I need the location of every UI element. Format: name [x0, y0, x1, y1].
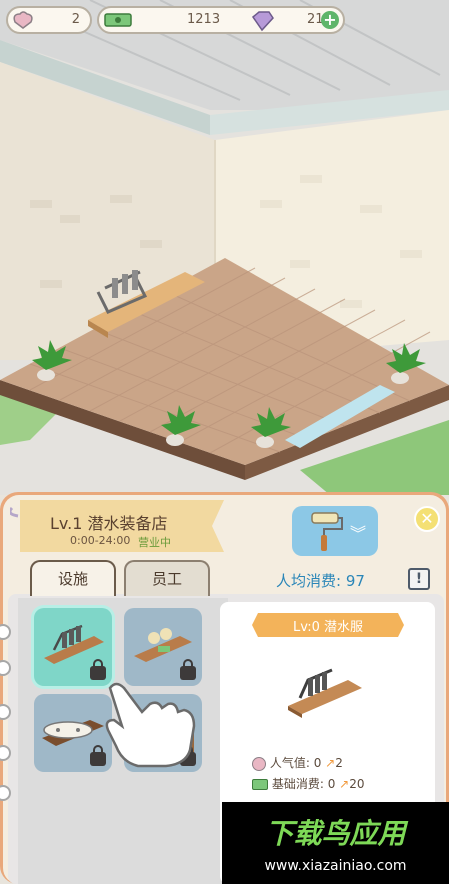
avg-spend-value: 97 [345, 572, 365, 590]
facility-slot-wetsuit[interactable] [34, 608, 112, 686]
shop-hours: 0:00-24:00 [70, 534, 131, 547]
heart-shell-icon [252, 756, 266, 771]
wetsuit-rack-preview [288, 668, 362, 718]
base-spend-label: 基础消费: [271, 777, 328, 791]
close-button[interactable]: ✕ [414, 506, 440, 532]
avg-spend: 人均消费: 97 [276, 570, 365, 591]
decorate-button[interactable]: ︾ [292, 506, 378, 556]
base-spend-bonus: 20 [349, 777, 365, 791]
gem-icon [251, 11, 274, 32]
base-spend-stat: 基础消费: 0 ↗20 [252, 775, 365, 792]
shop-status: 营业中 [138, 536, 171, 549]
popularity-base: 0 [313, 756, 322, 770]
facility-slot-board[interactable] [34, 694, 112, 772]
lock-icon [90, 659, 106, 680]
tab-facilities[interactable]: 设施 [30, 560, 116, 596]
lock-icon [180, 659, 196, 680]
shop-title: Lv.1 潜水装备店 [50, 514, 168, 533]
currency-bar[interactable]: 1213 21 + [97, 6, 345, 34]
add-gems-button[interactable]: + [321, 11, 339, 29]
close-icon: ✕ [420, 509, 434, 528]
facility-slot-snacks[interactable] [124, 608, 202, 686]
popularity-stat: 人气值: 0 ↗2 [252, 754, 343, 771]
chevron-down-icon: ︾ [350, 524, 367, 543]
info-button[interactable]: ! [408, 568, 430, 590]
watermark-banner: 下载鸟应用 www.xiazainiao.com [222, 802, 449, 884]
base-spend-base: 0 [327, 777, 336, 791]
watermark-brand: 下载鸟应用 [265, 817, 406, 850]
detail-title: Lv:0 潜水服 [292, 620, 363, 635]
paint-roller-icon [311, 512, 343, 551]
watermark-url: www.xiazainiao.com [264, 858, 407, 874]
cash-value: 1213 [187, 12, 221, 27]
heart-shell-icon [13, 11, 33, 29]
arrow-up-icon: ↗ [339, 777, 350, 791]
hearts-counter[interactable]: 2 [6, 6, 92, 34]
popularity-bonus: 2 [335, 756, 343, 770]
tutorial-hand-icon [105, 682, 196, 768]
avg-spend-label: 人均消费: [276, 572, 346, 590]
cash-icon [104, 13, 132, 27]
hearts-value: 2 [71, 12, 80, 27]
game-scene [0, 0, 449, 495]
arrow-up-icon: ↗ [325, 756, 336, 770]
cash-icon [252, 779, 268, 790]
tab-staff[interactable]: 员工 [124, 560, 210, 596]
popularity-label: 人气值: [269, 756, 314, 770]
